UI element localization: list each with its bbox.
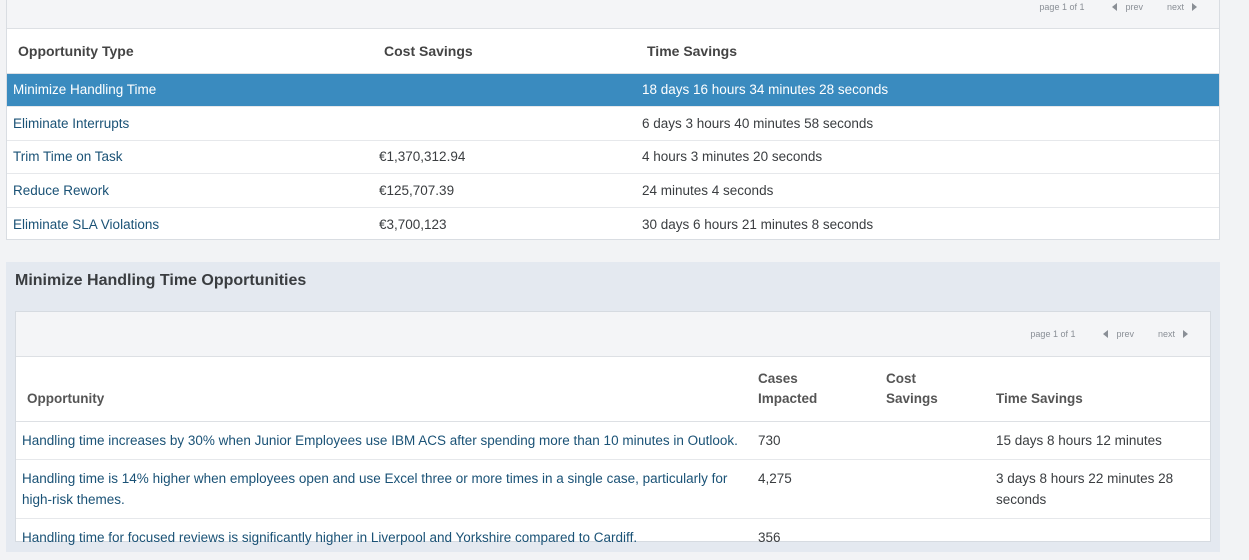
opportunities-table: Opportunity Cases Impacted Cost Savings Ti… — [16, 357, 1210, 556]
header-line: Cases — [758, 370, 798, 386]
table-header-row: Opportunity Type Cost Savings Time Savin… — [7, 29, 1219, 74]
next-button[interactable]: next — [1158, 329, 1188, 339]
header-line: Impacted — [758, 390, 818, 406]
pager-bar: page 1 of 1 prev next — [16, 312, 1210, 357]
opportunity-cell[interactable]: Handling time for focused reviews is sig… — [16, 518, 758, 556]
opportunity-type-cell[interactable]: Minimize Handling Time — [7, 73, 373, 107]
opportunity-cell[interactable]: Handling time increases by 30% when Juni… — [16, 421, 758, 460]
cases-impacted-cell: 730 — [758, 421, 886, 460]
page-info: page 1 of 1 — [1030, 329, 1076, 339]
header-line: Savings — [886, 390, 938, 406]
prev-label: prev — [1125, 2, 1143, 12]
table-row[interactable]: Handling time for focused reviews is sig… — [16, 518, 1210, 556]
opportunities-detail-panel: Minimize Handling Time Opportunities pag… — [6, 262, 1220, 552]
cost-savings-cell — [886, 459, 996, 519]
chevron-right-icon — [1183, 330, 1188, 338]
column-header-opportunity[interactable]: Opportunity — [16, 357, 758, 422]
table-row[interactable]: Reduce Rework €125,707.39 24 minutes 4 s… — [7, 173, 1219, 208]
cost-savings-cell: €3,700,123 — [379, 216, 447, 232]
header-line: Cost — [886, 370, 916, 386]
column-header-cost-savings[interactable]: Cost Savings — [373, 29, 636, 74]
next-label: next — [1166, 2, 1184, 12]
opportunity-types-table: Opportunity Type Cost Savings Time Savin… — [7, 29, 1219, 241]
column-header-time-savings[interactable]: Time Savings — [996, 357, 1210, 422]
table-row-selected[interactable]: Minimize Handling Time 18 days 16 hours … — [7, 73, 1219, 107]
page-info: page 1 of 1 — [1039, 2, 1085, 12]
opportunity-type-cell[interactable]: Trim Time on Task — [7, 140, 373, 174]
cost-savings-cell — [886, 518, 996, 556]
prev-button[interactable]: prev — [1112, 2, 1143, 12]
pager: page 1 of 1 prev next — [1030, 327, 1188, 341]
time-savings-cell: 24 minutes 4 seconds — [636, 173, 1219, 208]
chevron-left-icon — [1103, 330, 1109, 338]
table-row[interactable]: Eliminate Interrupts 6 days 3 hours 40 m… — [7, 106, 1219, 141]
time-savings-cell: 30 days 6 hours 21 minutes 8 seconds — [642, 216, 874, 232]
time-savings-cell: 3 days 8 hours 22 minutes 28 seconds — [996, 459, 1210, 519]
table-header-row: Opportunity Cases Impacted Cost Savings Ti… — [16, 357, 1210, 422]
pager: page 1 of 1 prev next — [1039, 0, 1197, 14]
pager-bar: page 1 of 1 prev next — [7, 0, 1219, 29]
cost-savings-cell: €1,370,312.94 — [373, 140, 636, 174]
table-row[interactable]: Eliminate SLA Violations €3,700,123 30 d… — [7, 207, 1219, 241]
next-label: next — [1157, 329, 1175, 339]
time-savings-cell: 18 days 16 hours 34 minutes 28 seconds — [636, 73, 1219, 107]
cost-savings-cell — [373, 106, 636, 141]
cost-savings-cell — [886, 421, 996, 460]
table-row[interactable]: Trim Time on Task €1,370,312.94 4 hours … — [7, 140, 1219, 174]
column-header-time-savings[interactable]: Time Savings — [636, 29, 1219, 74]
next-button[interactable]: next — [1167, 2, 1197, 12]
table-row[interactable]: Handling time is 14% higher when employe… — [16, 459, 1210, 519]
chevron-left-icon — [1112, 3, 1118, 11]
column-header-cost-savings[interactable]: Cost Savings — [886, 357, 996, 422]
time-savings-cell: 4 hours 3 minutes 20 seconds — [636, 140, 1219, 174]
opportunity-type-cell[interactable]: Eliminate SLA Violations — [7, 207, 373, 241]
prev-button[interactable]: prev — [1103, 329, 1134, 339]
opportunity-type-cell[interactable]: Eliminate Interrupts — [7, 106, 373, 141]
opportunities-card: page 1 of 1 prev next Opportunity Cases I… — [15, 311, 1211, 545]
cost-savings-cell — [373, 73, 636, 107]
time-savings-cell: 6 days 3 hours 40 minutes 58 seconds — [636, 106, 1219, 141]
time-savings-cell: 15 days 8 hours 12 minutes — [996, 421, 1210, 460]
time-savings-cell — [996, 518, 1210, 556]
section-title: Minimize Handling Time Opportunities — [15, 272, 307, 289]
column-header-cases-impacted[interactable]: Cases Impacted — [758, 357, 886, 422]
chevron-right-icon — [1192, 3, 1197, 11]
cost-savings-cell: €125,707.39 — [373, 173, 636, 208]
opportunity-cell[interactable]: Handling time is 14% higher when employe… — [16, 459, 758, 519]
table-row[interactable]: Handling time increases by 30% when Juni… — [16, 421, 1210, 460]
opportunity-types-panel: page 1 of 1 prev next Opportunity Type C… — [6, 0, 1220, 240]
cases-impacted-cell: 356 — [758, 529, 781, 545]
cases-impacted-cell: 4,275 — [758, 459, 886, 519]
prev-label: prev — [1116, 329, 1134, 339]
column-header-opportunity-type[interactable]: Opportunity Type — [7, 29, 373, 74]
opportunity-type-cell[interactable]: Reduce Rework — [7, 173, 373, 208]
